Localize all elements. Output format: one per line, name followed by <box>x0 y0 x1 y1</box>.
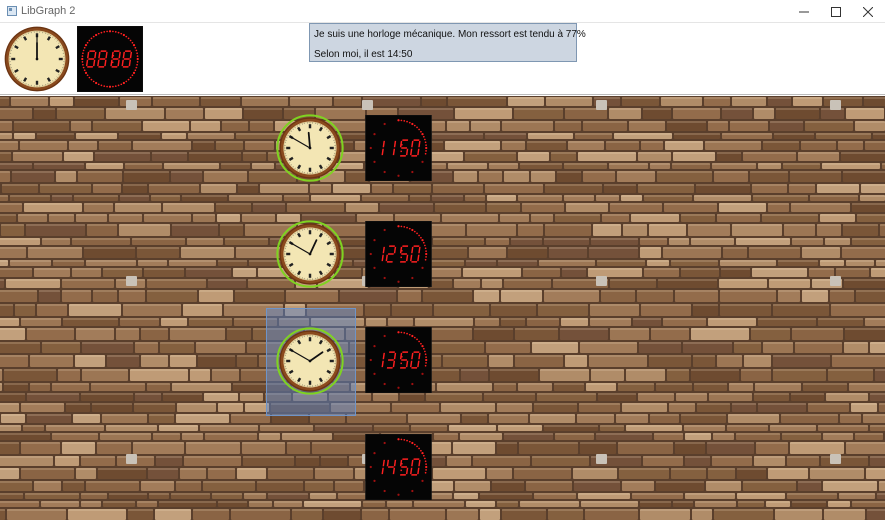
stone-wall-background <box>0 96 885 520</box>
add-digital-clock-button[interactable] <box>76 25 144 93</box>
close-icon <box>863 6 873 17</box>
title-bar[interactable]: LibGraph 2 <box>0 0 885 23</box>
analog-clock-face <box>276 220 344 288</box>
analog-clock-face <box>4 26 70 92</box>
digital-clock-1[interactable] <box>365 114 432 182</box>
analog-clock-2[interactable] <box>276 220 344 288</box>
digital-clock-face <box>365 220 432 288</box>
toolbar: Je suis une horloge mécanique. Mon resso… <box>0 23 885 95</box>
message-line-2: Selon moi, il est 14:50 <box>314 49 413 60</box>
digital-clock-face <box>365 114 432 182</box>
digital-clock-4[interactable] <box>365 433 432 501</box>
digital-clock-2[interactable] <box>365 220 432 288</box>
canvas-area[interactable] <box>0 96 885 520</box>
analog-clock-1[interactable] <box>276 114 344 182</box>
message-box: Je suis une horloge mécanique. Mon resso… <box>309 23 586 62</box>
close-button[interactable] <box>852 0 884 23</box>
analog-clock-face <box>276 327 344 395</box>
analog-clock-3[interactable] <box>276 327 344 395</box>
message-line-1: Je suis une horloge mécanique. Mon resso… <box>314 29 586 40</box>
window-title: LibGraph 2 <box>21 5 76 17</box>
digital-clock-face <box>76 25 144 93</box>
digital-clock-face <box>365 326 432 394</box>
add-analog-clock-button[interactable] <box>4 26 70 92</box>
maximize-button[interactable] <box>820 0 852 23</box>
minimize-button[interactable] <box>788 0 820 23</box>
minimize-icon <box>799 11 809 12</box>
app-icon <box>7 6 17 16</box>
analog-clock-face <box>276 114 344 182</box>
digital-clock-3[interactable] <box>365 326 432 394</box>
digital-clock-face <box>365 433 432 501</box>
maximize-icon <box>831 6 841 17</box>
